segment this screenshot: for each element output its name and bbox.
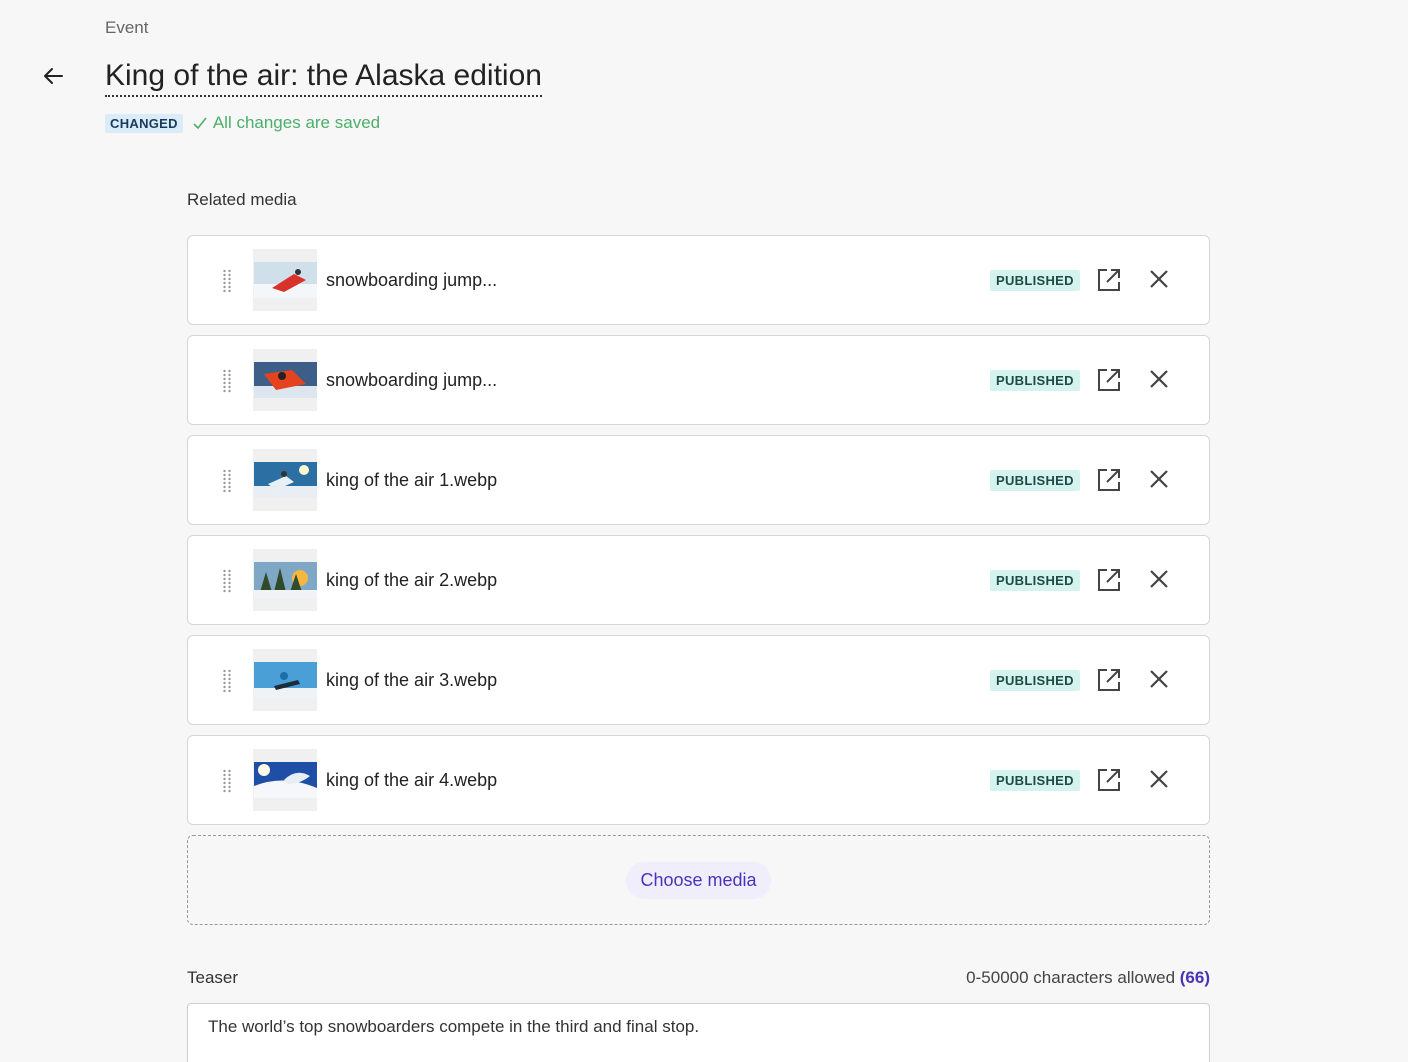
related-media-list: snowboarding jump... PUBLISHED snowboard… [187, 235, 1210, 835]
choose-media-button[interactable]: Choose media [626, 861, 771, 899]
snowboarder-red-jacket-jump-image [253, 262, 317, 298]
media-name: king of the air 3.webp [326, 670, 498, 690]
snowboarder-red-jacket-closeup-image [253, 362, 317, 398]
drag-handle-icon[interactable] [222, 469, 232, 493]
media-name: snowboarding jump... [326, 370, 498, 390]
remove-media-button[interactable] [1148, 668, 1170, 690]
open-media-button[interactable] [1096, 367, 1122, 393]
snowboarder-spray-sun-image [253, 762, 317, 798]
drag-handle-icon[interactable] [222, 369, 232, 393]
close-icon [1150, 670, 1168, 688]
media-name: king of the air 2.webp [326, 570, 498, 590]
arrow-left-icon [44, 68, 63, 84]
saved-text: All changes are saved [212, 113, 381, 132]
remove-media-button[interactable] [1148, 768, 1170, 790]
media-thumbnail [253, 649, 317, 711]
checkmark-icon [193, 117, 207, 129]
open-media-button[interactable] [1096, 567, 1122, 593]
external-link-icon [1098, 769, 1120, 791]
published-badge: PUBLISHED [990, 670, 1080, 691]
media-thumbnail [253, 249, 317, 311]
media-name: king of the air 1.webp [326, 470, 498, 490]
close-icon [1150, 570, 1168, 588]
published-badge: PUBLISHED [990, 570, 1080, 591]
choose-media-dropzone[interactable]: Choose media [187, 835, 1210, 925]
snowy-forest-sunset-image [253, 562, 317, 598]
media-row[interactable]: king of the air 3.webp PUBLISHED [187, 635, 1210, 725]
media-name: snowboarding jump... [326, 270, 498, 290]
close-icon [1150, 470, 1168, 488]
external-link-icon [1098, 569, 1120, 591]
close-icon [1150, 270, 1168, 288]
drag-handle-icon[interactable] [222, 669, 232, 693]
close-icon [1150, 770, 1168, 788]
external-link-icon [1098, 469, 1120, 491]
media-thumbnail [253, 749, 317, 811]
teaser-char-limit: 0-50000 characters allowed (66) [966, 968, 1210, 988]
page-title[interactable]: King of the air: the Alaska edition [105, 58, 542, 97]
close-icon [1150, 370, 1168, 388]
remove-media-button[interactable] [1148, 368, 1170, 390]
media-row[interactable]: snowboarding jump... PUBLISHED [187, 335, 1210, 425]
open-media-button[interactable] [1096, 267, 1122, 293]
media-row[interactable]: king of the air 4.webp PUBLISHED [187, 735, 1210, 825]
external-link-icon [1098, 669, 1120, 691]
external-link-icon [1098, 369, 1120, 391]
open-media-button[interactable] [1096, 467, 1122, 493]
external-link-icon [1098, 269, 1120, 291]
media-name: king of the air 4.webp [326, 770, 498, 790]
back-button[interactable] [38, 62, 68, 90]
char-limit-text: 0-50000 characters allowed [966, 968, 1176, 987]
published-badge: PUBLISHED [990, 470, 1080, 491]
media-row[interactable]: snowboarding jump... PUBLISHED [187, 235, 1210, 325]
media-thumbnail [253, 349, 317, 411]
published-badge: PUBLISHED [990, 370, 1080, 391]
remove-media-button[interactable] [1148, 568, 1170, 590]
remove-media-button[interactable] [1148, 268, 1170, 290]
status-row: CHANGED All changes are saved [105, 113, 380, 133]
snowboarder-blue-sky-image [253, 462, 317, 498]
teaser-textarea[interactable]: The world’s top snowboarders compete in … [187, 1003, 1210, 1062]
media-thumbnail [253, 549, 317, 611]
published-badge: PUBLISHED [990, 270, 1080, 291]
teaser-label: Teaser [187, 968, 239, 987]
remove-media-button[interactable] [1148, 468, 1170, 490]
media-thumbnail [253, 449, 317, 511]
drag-handle-icon[interactable] [222, 569, 232, 593]
changed-badge: CHANGED [105, 113, 183, 133]
drag-handle-icon[interactable] [222, 269, 232, 293]
save-status: All changes are saved [193, 113, 380, 133]
media-row[interactable]: king of the air 2.webp PUBLISHED [187, 535, 1210, 625]
media-row[interactable]: king of the air 1.webp PUBLISHED [187, 435, 1210, 525]
published-badge: PUBLISHED [990, 770, 1080, 791]
open-media-button[interactable] [1096, 767, 1122, 793]
snowboarder-air-blue-sky-image [253, 662, 317, 698]
char-count: (66) [1179, 968, 1210, 987]
related-media-label: Related media [187, 190, 297, 209]
open-media-button[interactable] [1096, 667, 1122, 693]
page-eyebrow: Event [105, 18, 149, 37]
drag-handle-icon[interactable] [222, 769, 232, 793]
